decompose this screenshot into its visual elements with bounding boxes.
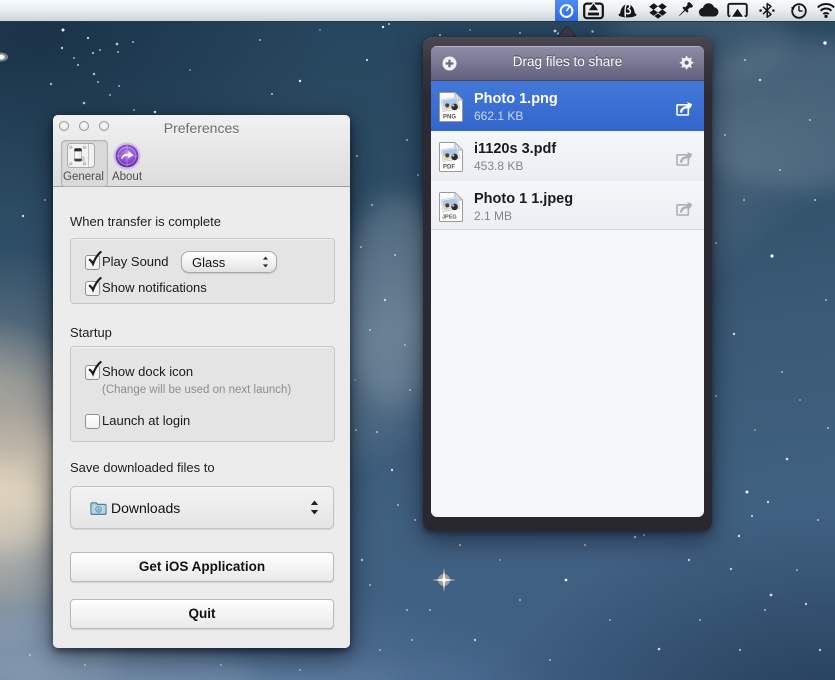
svg-text:JPEG: JPEG [442, 215, 457, 221]
svg-text:PNG: PNG [443, 115, 456, 121]
svg-text:PDF: PDF [443, 165, 455, 171]
